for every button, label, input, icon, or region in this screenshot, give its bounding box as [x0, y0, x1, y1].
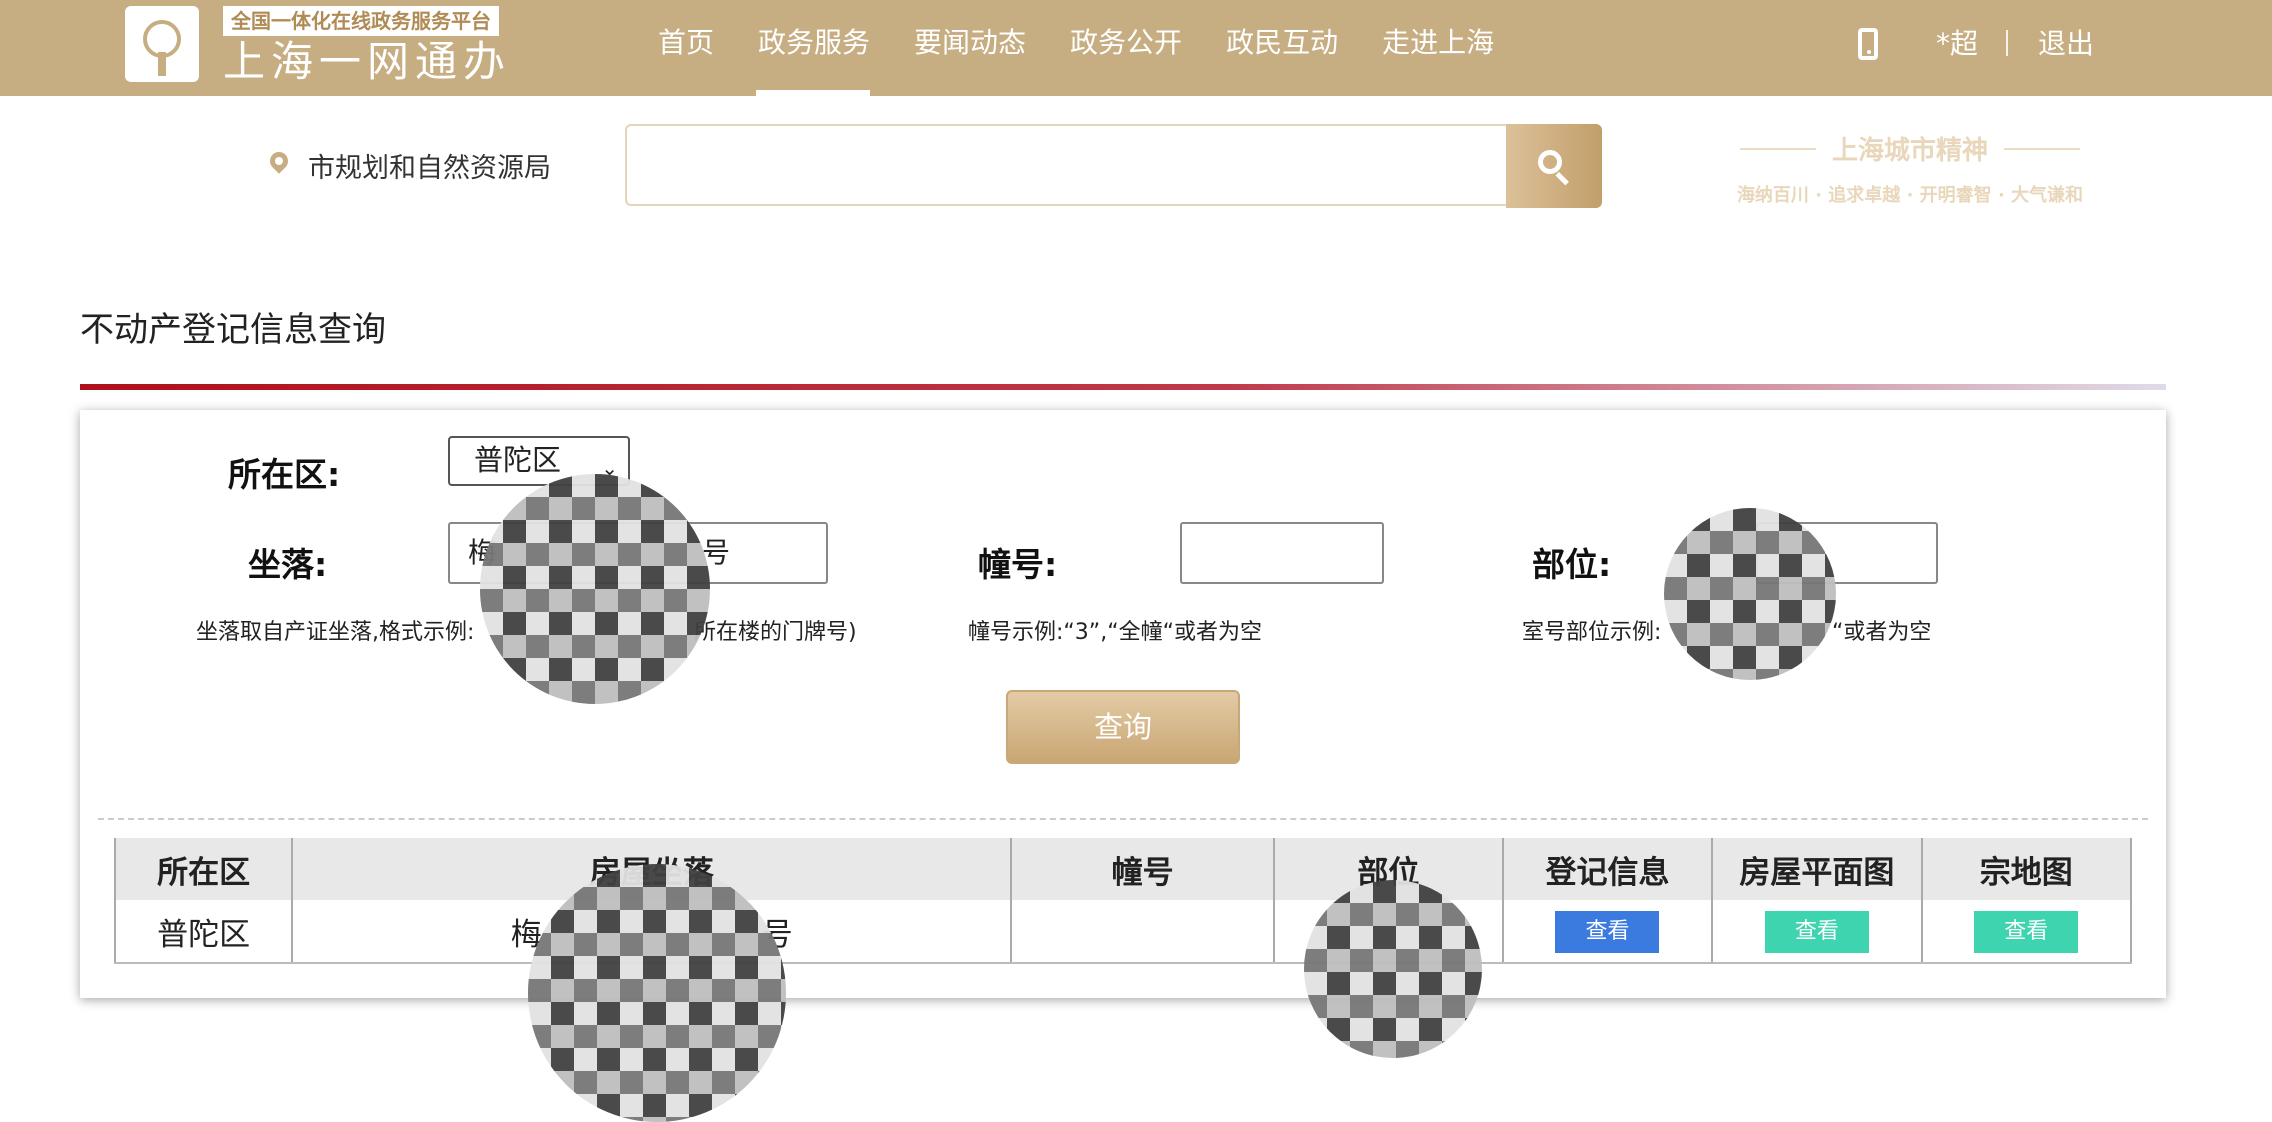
- nav-public-affairs[interactable]: 政务公开: [1052, 0, 1202, 96]
- page-title: 不动产登记信息查询: [80, 310, 386, 350]
- nav-interaction[interactable]: 政民互动: [1208, 0, 1358, 96]
- location-hint: 坐落取自产证坐落,格式示例:: [196, 620, 475, 645]
- query-panel: 所在区: 普陀区 ⌄ 坐落: 梅号 幢号: 部位: 坐落取自产证坐落,格式示例:…: [80, 410, 2166, 998]
- privacy-mosaic: [1304, 880, 1482, 1058]
- view-registration-button[interactable]: 查看: [1555, 910, 1660, 953]
- privacy-mosaic: [1664, 508, 1836, 680]
- col-registration: 登记信息: [1501, 838, 1713, 900]
- district-label: 所在区:: [228, 455, 341, 494]
- location-pin-icon: [266, 148, 292, 174]
- row-registration-cell: 查看: [1501, 900, 1713, 964]
- divider: [2006, 30, 2008, 56]
- row-floor-plan-cell: 查看: [1711, 900, 1922, 964]
- main-nav: 首页 政务服务 要闻动态 政务公开 政民互动 走进上海: [640, 0, 1520, 96]
- district-selected-value: 普陀区: [474, 443, 562, 477]
- unit-hint: 室号部位示例:: [1522, 620, 1662, 645]
- search-button[interactable]: [1506, 124, 1602, 208]
- location-hint-suffix: 所在楼的门牌号): [694, 620, 857, 645]
- platform-slogan: 全国一体化在线政务服务平台: [223, 6, 499, 36]
- nav-services[interactable]: 政务服务: [740, 0, 890, 96]
- title-divider: [80, 384, 2166, 390]
- user-name[interactable]: *超: [1936, 22, 1978, 62]
- table-row: 普陀区 梅号 查看 查看 查看: [113, 900, 2133, 964]
- brand-title[interactable]: 上海一网通办: [223, 36, 511, 88]
- row-land-map-cell: 查看: [1920, 900, 2133, 964]
- logout-link[interactable]: 退出: [2038, 22, 2094, 62]
- view-land-map-button[interactable]: 查看: [1974, 910, 2079, 953]
- city-spirit-title: 上海城市精神: [1831, 136, 1988, 166]
- row-district: 普陀区: [113, 900, 293, 964]
- col-floor-plan: 房屋平面图: [1711, 838, 1922, 900]
- col-district: 所在区: [113, 838, 293, 900]
- city-spirit-banner: 上海城市精神 海纳百川 · 追求卓越 · 开明睿智 · 大气谦和: [1700, 130, 2120, 207]
- results-table: 所在区 房屋坐落 幢号 部位 登记信息 房屋平面图 宗地图 普陀区 梅号 查看 …: [113, 838, 2133, 964]
- unit-hint-suffix: “或者为空: [1832, 620, 1932, 645]
- col-land-map: 宗地图: [1920, 838, 2133, 900]
- nav-home[interactable]: 首页: [640, 0, 734, 96]
- city-spirit-subtitle: 海纳百川 · 追求卓越 · 开明睿智 · 大气谦和: [1736, 185, 2084, 206]
- top-navigation-bar: 全国一体化在线政务服务平台 上海一网通办 首页 政务服务 要闻动态 政务公开 政…: [0, 0, 2272, 96]
- department-name[interactable]: 市规划和自然资源局: [308, 146, 551, 185]
- privacy-mosaic: [528, 864, 786, 1122]
- privacy-mosaic: [480, 474, 710, 704]
- search-icon: [1538, 150, 1562, 174]
- unit-label: 部位:: [1532, 545, 1612, 584]
- search-input[interactable]: [625, 124, 1507, 206]
- mobile-phone-icon[interactable]: [1858, 28, 1878, 60]
- building-hint: 幢号示例:“3”,“全幢“或者为空: [968, 620, 1262, 645]
- table-header-row: 所在区 房屋坐落 幢号 部位 登记信息 房屋平面图 宗地图: [113, 838, 2133, 900]
- location-label: 坐落:: [248, 545, 328, 584]
- col-building: 幢号: [1010, 838, 1274, 900]
- view-floor-plan-button[interactable]: 查看: [1764, 910, 1869, 953]
- building-input[interactable]: [1180, 522, 1384, 584]
- query-button[interactable]: 查询: [1006, 690, 1240, 764]
- logo-icon[interactable]: [125, 6, 199, 82]
- dashed-divider: [98, 818, 2148, 820]
- row-building: [1010, 900, 1274, 964]
- nav-about-shanghai[interactable]: 走进上海: [1364, 0, 1514, 96]
- nav-news[interactable]: 要闻动态: [896, 0, 1046, 96]
- building-label: 幢号:: [978, 545, 1058, 584]
